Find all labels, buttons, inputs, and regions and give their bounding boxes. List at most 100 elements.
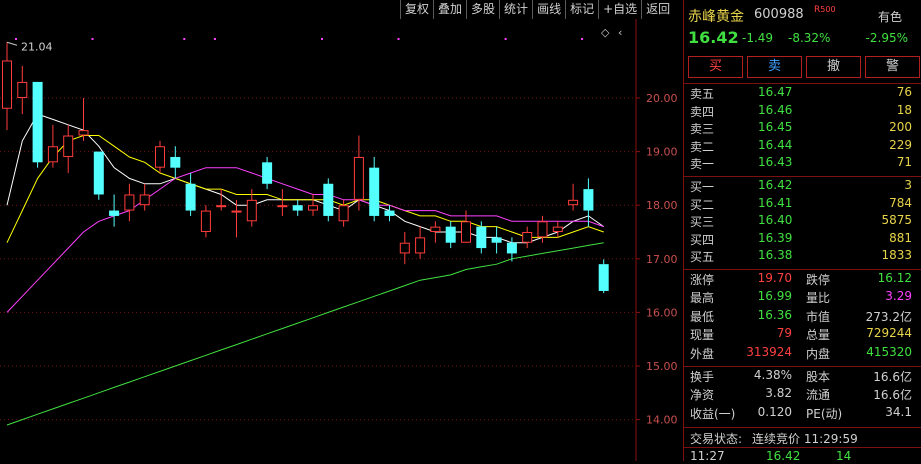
price-change-pct: -8.32%: [788, 31, 831, 45]
bid-row[interactable]: 买四 16.39 881: [684, 230, 921, 248]
candle: [461, 210, 471, 243]
y-tick-label: 17.00: [646, 253, 678, 266]
ask-volume: 18: [896, 102, 912, 117]
sell-button[interactable]: 卖: [747, 56, 802, 78]
price-change: -1.49: [742, 31, 774, 45]
stock-header: 赤峰黄金 600988 R500 有色: [688, 4, 918, 26]
candle-body: [323, 183, 334, 216]
pe-value: 34.1: [885, 404, 912, 419]
candle-body: [262, 162, 273, 184]
candle-body: [476, 226, 487, 249]
ask-book: 卖五 16.47 76 卖四 16.46 18 卖三 16.45 200 卖二 16.44 22…: [684, 83, 921, 172]
bid-label: 买四: [690, 232, 715, 247]
event-mark: [213, 38, 216, 40]
eps-label: 收益(一): [690, 406, 736, 421]
toolbar-button-draw[interactable]: 画线: [532, 0, 565, 19]
bid-row[interactable]: 买五 16.38 1833: [684, 247, 921, 265]
low-label: 最低: [690, 309, 715, 324]
stats-row: 最低 16.36 市值 273.2亿: [684, 307, 921, 325]
candle-body: [292, 205, 303, 211]
y-tick-label: 14.00: [646, 414, 678, 427]
limit-down-value: 16.12: [877, 271, 912, 285]
trade-status-value: 连续竞价 11:29:59: [752, 432, 858, 446]
bid-row[interactable]: 买二 16.41 784: [684, 195, 921, 213]
max-label: 21.04: [21, 40, 53, 53]
volume-ratio-label: 量比: [806, 291, 831, 306]
toolbar-button-watchlist[interactable]: +自选: [598, 0, 641, 19]
candle-body: [124, 194, 135, 211]
stats-row: 涨停 19.70 跌停 16.12: [684, 270, 921, 288]
sector-name[interactable]: 有色: [878, 8, 902, 25]
candle: [78, 98, 89, 141]
toolbar-button-back[interactable]: 返回: [641, 0, 674, 19]
candle: [185, 173, 196, 216]
candle: [47, 124, 58, 168]
toolbar-button-overlay[interactable]: 叠加: [433, 0, 466, 19]
bid-volume: 784: [889, 195, 912, 210]
toolbar-button-stats[interactable]: 统计: [499, 0, 532, 19]
candle-body: [461, 221, 471, 243]
candle: [415, 226, 426, 259]
candle: [139, 183, 150, 211]
alert-button[interactable]: 警: [865, 56, 920, 78]
candle-body: [47, 146, 58, 163]
candle-body: [583, 189, 594, 211]
y-tick-label: 20.00: [646, 92, 678, 105]
event-mark: [91, 38, 94, 40]
share-capital-value: 16.6亿: [873, 370, 912, 384]
kline-chart[interactable]: 20.00 19.00 18.00 17.00 16.00 15.00 14.00 21.0…: [0, 19, 683, 461]
ask-row[interactable]: 卖三 16.45 200: [684, 119, 921, 137]
market-cap-value: 273.2亿: [865, 309, 912, 324]
ask-row[interactable]: 卖五 16.47 76: [684, 84, 921, 102]
stock-code: 600988: [754, 7, 804, 22]
event-mark: [504, 38, 507, 40]
stats-row: 现量 79 总量 729244: [684, 325, 921, 343]
bid-label: 买一: [690, 180, 715, 194]
diamond-icon: ◇: [601, 26, 610, 39]
max-pointer: [6, 41, 18, 46]
market-cap-label: 市值: [806, 309, 831, 324]
ask-volume: 76: [896, 85, 912, 99]
float-value: 16.6亿: [873, 388, 912, 403]
toolbar-button-fuquan[interactable]: 复权: [400, 0, 433, 19]
candle-body: [399, 242, 410, 254]
candle-body: [185, 183, 196, 211]
candle: [384, 205, 395, 222]
candle-body: [384, 210, 395, 216]
buy-button[interactable]: 买: [688, 56, 743, 78]
candle: [308, 194, 318, 216]
bid-row[interactable]: 买三 16.40 5875: [684, 212, 921, 230]
ask-row[interactable]: 卖一 16.43 71: [684, 154, 921, 172]
candle: [583, 178, 594, 227]
ask-row[interactable]: 卖二 16.44 229: [684, 137, 921, 155]
cancel-order-button[interactable]: 撤: [806, 56, 861, 78]
candle: [522, 226, 533, 249]
candle: [399, 232, 410, 265]
toolbar-button-multi[interactable]: 多股: [466, 0, 499, 19]
trade-tabs: 买 卖 撤 警: [688, 56, 920, 78]
kline-svg[interactable]: 20.00 19.00 18.00 17.00 16.00 15.00 14.00 21.0…: [0, 19, 683, 461]
candle-body: [109, 210, 120, 216]
toolbar-button-mark[interactable]: 标记: [565, 0, 598, 19]
event-mark: [581, 38, 584, 40]
bid-price: 16.40: [758, 213, 793, 228]
candle-body: [63, 135, 74, 157]
current-volume-label: 现量: [690, 328, 715, 343]
candle-body: [231, 210, 242, 213]
ask-volume: 229: [889, 137, 912, 152]
ask-label: 卖三: [690, 122, 715, 137]
event-mark: [321, 38, 323, 40]
ask-price: 16.45: [758, 120, 793, 135]
ask-volume: 71: [896, 155, 912, 170]
bid-row[interactable]: 买一 16.42 3: [684, 177, 921, 195]
tick-row[interactable]: 11:27 16.42 14: [684, 447, 921, 463]
candle-body: [430, 226, 441, 232]
stats-row: 净资 3.82 流通 16.6亿: [684, 385, 921, 403]
share-capital-label: 股本: [806, 370, 831, 384]
candle: [598, 259, 609, 294]
candle: [200, 205, 211, 238]
stock-name: 赤峰黄金: [688, 9, 744, 25]
candle-body: [32, 81, 43, 163]
ask-row[interactable]: 卖四 16.46 18: [684, 102, 921, 120]
stats-row: 换手 4.38% 股本 16.6亿: [684, 367, 921, 385]
